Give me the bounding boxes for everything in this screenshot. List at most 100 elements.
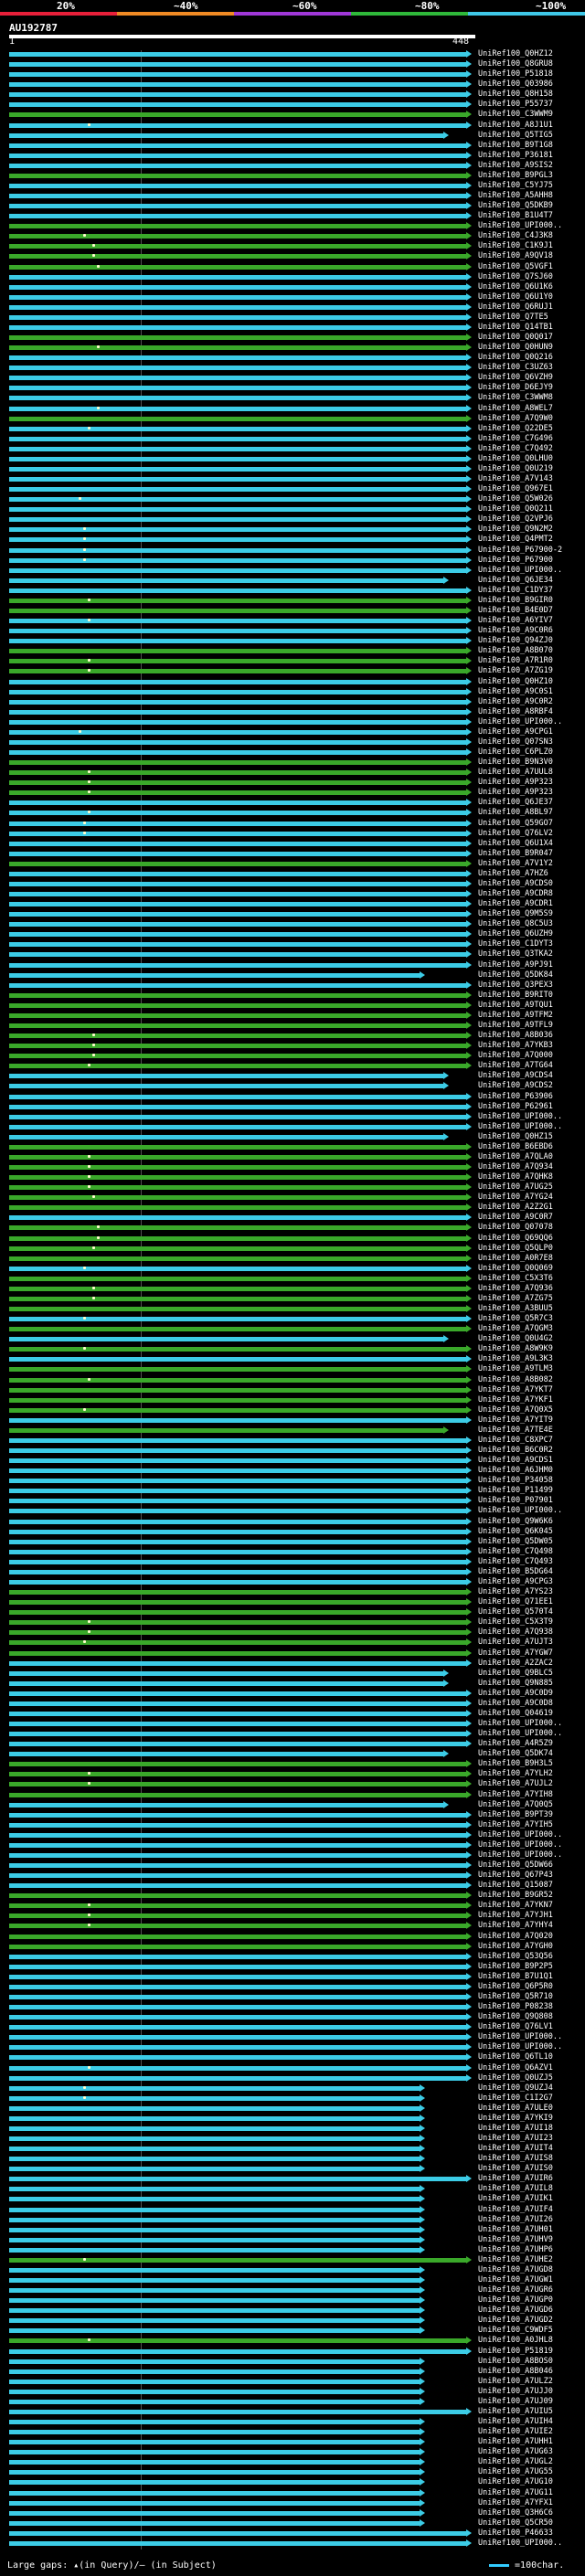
- hit-row[interactable]: UniRef100_UPI000..: [0, 566, 585, 575]
- hit-name[interactable]: UniRef100_A7UGR6: [478, 2285, 553, 2295]
- hit-row[interactable]: UniRef100_A7QLA0: [0, 1152, 585, 1161]
- hit-row[interactable]: UniRef100_C5X3T9: [0, 1617, 585, 1627]
- hit-name[interactable]: UniRef100_A9CPG3: [478, 1577, 553, 1586]
- hit-row[interactable]: UniRef100_C1DYT3: [0, 939, 585, 949]
- hit-row[interactable]: UniRef100_A7UIT4: [0, 2144, 585, 2153]
- hit-row[interactable]: UniRef100_Q22DE5: [0, 424, 585, 433]
- hit-row[interactable]: UniRef100_A7UJL2: [0, 1779, 585, 1788]
- hit-name[interactable]: UniRef100_A4R5Z9: [478, 1739, 553, 1748]
- hit-name[interactable]: UniRef100_C5X3T6: [478, 1274, 553, 1283]
- hit-name[interactable]: UniRef100_Q03986: [478, 80, 553, 89]
- hit-name[interactable]: UniRef100_B7U1Q1: [478, 1972, 553, 1981]
- hit-name[interactable]: UniRef100_A7QHK8: [478, 1172, 553, 1182]
- hit-name[interactable]: UniRef100_C7G496: [478, 434, 553, 443]
- hit-row[interactable]: UniRef100_P34058: [0, 1476, 585, 1485]
- hit-row[interactable]: UniRef100_A7YKT7: [0, 1385, 585, 1394]
- hit-row[interactable]: UniRef100_Q69QQ6: [0, 1234, 585, 1243]
- hit-name[interactable]: UniRef100_Q3H6C6: [478, 2508, 553, 2518]
- hit-row[interactable]: UniRef100_B9P2P5: [0, 1962, 585, 1971]
- hit-name[interactable]: UniRef100_A8W9K9: [478, 1344, 553, 1353]
- hit-row[interactable]: UniRef100_A7Q020: [0, 1932, 585, 1941]
- hit-row[interactable]: UniRef100_A7YIT9: [0, 1415, 585, 1425]
- hit-name[interactable]: UniRef100_Q6U1Y0: [478, 292, 553, 302]
- hit-name[interactable]: UniRef100_B6EBD6: [478, 1142, 553, 1151]
- hit-name[interactable]: UniRef100_Q0Q017: [478, 333, 553, 342]
- hit-name[interactable]: UniRef100_UPI000..: [478, 1850, 562, 1860]
- hit-row[interactable]: UniRef100_Q7SJ60: [0, 272, 585, 281]
- hit-row[interactable]: UniRef100_A7UG63: [0, 2447, 585, 2456]
- hit-name[interactable]: UniRef100_Q6RUJ1: [478, 302, 553, 312]
- hit-name[interactable]: UniRef100_C5YJ75: [478, 181, 553, 190]
- hit-name[interactable]: UniRef100_A9C0D9: [478, 1689, 553, 1698]
- hit-name[interactable]: UniRef100_P46633: [478, 2528, 553, 2538]
- hit-name[interactable]: UniRef100_A7UGP0: [478, 2295, 553, 2305]
- hit-name[interactable]: UniRef100_A9CPG1: [478, 727, 553, 737]
- hit-name[interactable]: UniRef100_A9TQU1: [478, 1001, 553, 1010]
- hit-row[interactable]: UniRef100_P55737: [0, 100, 585, 109]
- hit-row[interactable]: UniRef100_A7YKB3: [0, 1041, 585, 1050]
- hit-row[interactable]: UniRef100_Q59GO7: [0, 819, 585, 828]
- hit-name[interactable]: UniRef100_C7Q492: [478, 444, 553, 453]
- hit-name[interactable]: UniRef100_Q0Q216: [478, 353, 553, 362]
- hit-name[interactable]: UniRef100_B1U4T7: [478, 211, 553, 220]
- hit-row[interactable]: UniRef100_B9GR52: [0, 1891, 585, 1900]
- hit-row[interactable]: UniRef100_C7Q493: [0, 1557, 585, 1566]
- hit-row[interactable]: UniRef100_Q5DK74: [0, 1749, 585, 1758]
- hit-row[interactable]: UniRef100_B9PT39: [0, 1810, 585, 1819]
- hit-name[interactable]: UniRef100_A7UG63: [478, 2447, 553, 2456]
- hit-row[interactable]: UniRef100_A7TE4E: [0, 1426, 585, 1435]
- hit-row[interactable]: UniRef100_A7YS23: [0, 1587, 585, 1596]
- hit-name[interactable]: UniRef100_Q8H158: [478, 90, 553, 99]
- hit-row[interactable]: UniRef100_A7YHY4: [0, 1921, 585, 1930]
- hit-row[interactable]: UniRef100_Q3TKA2: [0, 949, 585, 959]
- hit-name[interactable]: UniRef100_Q0U4G2: [478, 1334, 553, 1343]
- hit-name[interactable]: UniRef100_A7ZG75: [478, 1294, 553, 1303]
- hit-row[interactable]: UniRef100_A7Q0X5: [0, 1405, 585, 1415]
- hit-name[interactable]: UniRef100_A7UJJ0: [478, 2387, 553, 2396]
- hit-row[interactable]: UniRef100_B9PGL3: [0, 171, 585, 180]
- hit-name[interactable]: UniRef100_C6PLZ0: [478, 747, 553, 757]
- hit-name[interactable]: UniRef100_Q8GRU8: [478, 59, 553, 69]
- hit-row[interactable]: UniRef100_A9SIS2: [0, 161, 585, 170]
- hit-name[interactable]: UniRef100_Q71EE1: [478, 1597, 553, 1606]
- hit-name[interactable]: UniRef100_Q570T4: [478, 1607, 553, 1617]
- hit-name[interactable]: UniRef100_A7Q936: [478, 1284, 553, 1293]
- hit-name[interactable]: UniRef100_Q0Q211: [478, 504, 553, 514]
- hit-name[interactable]: UniRef100_A7YKB3: [478, 1041, 553, 1050]
- hit-name[interactable]: UniRef100_A7YGW7: [478, 1648, 553, 1658]
- hit-row[interactable]: UniRef100_C5X3T6: [0, 1274, 585, 1283]
- hit-row[interactable]: UniRef100_Q6U1Y0: [0, 292, 585, 302]
- hit-name[interactable]: UniRef100_A7UUL8: [478, 768, 553, 777]
- hit-row[interactable]: UniRef100_Q6JE37: [0, 798, 585, 807]
- hit-row[interactable]: UniRef100_B9GIR0: [0, 596, 585, 605]
- hit-name[interactable]: UniRef100_A9CDS0: [478, 879, 553, 888]
- hit-name[interactable]: UniRef100_Q04619: [478, 1709, 553, 1718]
- hit-name[interactable]: UniRef100_A7UHH1: [478, 2437, 553, 2446]
- hit-row[interactable]: UniRef100_A7UJJ0: [0, 2387, 585, 2396]
- hit-row[interactable]: UniRef100_Q6TL10: [0, 2052, 585, 2062]
- hit-name[interactable]: UniRef100_A7UIK1: [478, 2194, 553, 2203]
- hit-name[interactable]: UniRef100_A7QLA0: [478, 1152, 553, 1161]
- hit-row[interactable]: UniRef100_B1U4T7: [0, 211, 585, 220]
- hit-name[interactable]: UniRef100_A7YKI9: [478, 2114, 553, 2123]
- hit-name[interactable]: UniRef100_A9CDS1: [478, 1456, 553, 1465]
- hit-name[interactable]: UniRef100_Q15087: [478, 1881, 553, 1890]
- hit-row[interactable]: UniRef100_P62961: [0, 1102, 585, 1111]
- hit-row[interactable]: UniRef100_A7Q934: [0, 1162, 585, 1171]
- hit-row[interactable]: UniRef100_Q0LHU0: [0, 454, 585, 463]
- hit-name[interactable]: UniRef100_A9C0D8: [478, 1699, 553, 1708]
- hit-row[interactable]: UniRef100_B9T1G8: [0, 141, 585, 150]
- hit-row[interactable]: UniRef100_A7YGH0: [0, 1942, 585, 1951]
- hit-row[interactable]: UniRef100_A9C0R6: [0, 626, 585, 635]
- hit-name[interactable]: UniRef100_A8RBF4: [478, 707, 553, 716]
- hit-row[interactable]: UniRef100_Q76LV2: [0, 829, 585, 838]
- hit-name[interactable]: UniRef100_Q07078: [478, 1223, 553, 1232]
- hit-name[interactable]: UniRef100_A7ULZ2: [478, 2377, 553, 2386]
- hit-name[interactable]: UniRef100_Q0UZJ5: [478, 2073, 553, 2083]
- hit-row[interactable]: UniRef100_A7UI18: [0, 2124, 585, 2133]
- hit-name[interactable]: UniRef100_Q69QQ6: [478, 1234, 553, 1243]
- hit-row[interactable]: UniRef100_A7UH01: [0, 2225, 585, 2234]
- hit-row[interactable]: UniRef100_A8WEL7: [0, 404, 585, 413]
- hit-row[interactable]: UniRef100_C1K9J1: [0, 241, 585, 250]
- hit-name[interactable]: UniRef100_C1K9J1: [478, 241, 553, 250]
